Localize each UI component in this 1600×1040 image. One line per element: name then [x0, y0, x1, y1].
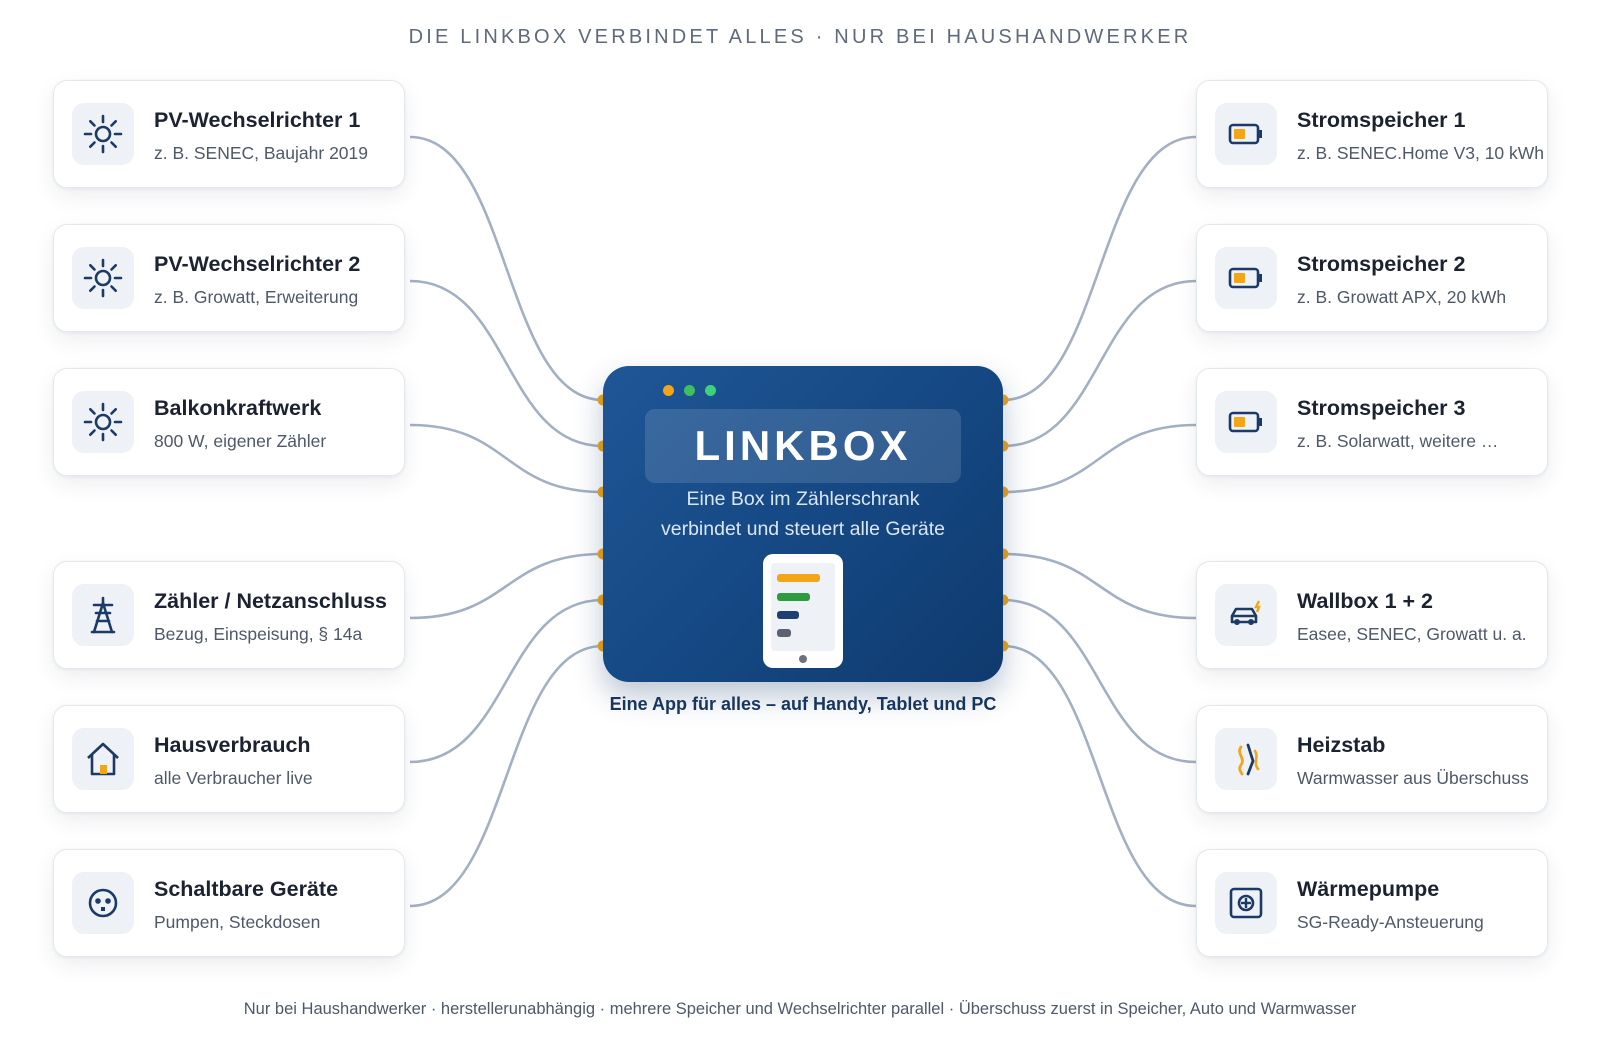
- window-dot: [705, 385, 716, 396]
- battery-icon: [1215, 391, 1277, 453]
- window-dot: [684, 385, 695, 396]
- device-subtitle: Pumpen, Steckdosen: [154, 912, 321, 932]
- device-title: Stromspeicher 2: [1297, 252, 1466, 276]
- device-card-switchable[interactable]: Schaltbare Geräte Pumpen, Steckdosen: [53, 849, 405, 957]
- phone-home-button: [799, 655, 807, 663]
- connection-line: [1002, 644, 1197, 908]
- device-card-heat-pump[interactable]: Wärmepumpe SG-Ready-Ansteuerung: [1196, 849, 1548, 957]
- linkbox-description-line: Eine Box im Zählerschrank: [686, 488, 920, 510]
- device-card-pv-inverter-2[interactable]: PV-Wechselrichter 2 z. B. Growatt, Erwei…: [53, 224, 405, 332]
- linkbox-description: Eine Box im Zählerschrank verbindet und …: [603, 485, 1003, 544]
- device-subtitle: z. B. Solarwatt, weitere …: [1297, 431, 1499, 451]
- device-title: Zähler / Netzanschluss: [154, 589, 387, 613]
- device-subtitle: z. B. Growatt APX, 20 kWh: [1297, 287, 1507, 307]
- device-title: Wallbox 1 + 2: [1297, 589, 1434, 613]
- app-bar: [777, 593, 810, 601]
- connection-line: [409, 644, 604, 908]
- car-charging-icon: [1215, 584, 1277, 646]
- app-bar: [777, 611, 799, 619]
- connection-line: [1002, 552, 1197, 620]
- device-card-meter[interactable]: Zähler / Netzanschluss Bezug, Einspeisun…: [53, 561, 405, 669]
- sun-icon: [72, 391, 134, 453]
- sun-icon: [72, 247, 134, 309]
- device-title: Wärmepumpe: [1297, 877, 1440, 901]
- device-title: Hausverbrauch: [154, 733, 311, 757]
- app-bar: [777, 574, 820, 582]
- linkbox-description-line: verbindet und steuert alle Geräte: [660, 517, 945, 540]
- device-subtitle: z. B. Growatt, Erweiterung: [154, 287, 359, 307]
- connection-line: [409, 423, 604, 494]
- device-card-household[interactable]: Hausverbrauch alle Verbraucher live: [53, 705, 405, 813]
- connection-line: [409, 279, 604, 448]
- device-subtitle: alle Verbraucher live: [154, 768, 313, 788]
- smartphone-icon: [763, 554, 843, 668]
- window-dot: [663, 385, 674, 396]
- connection-line: [1002, 598, 1197, 764]
- device-title: PV-Wechselrichter 2: [154, 252, 361, 276]
- device-subtitle: 800 W, eigener Zähler: [154, 431, 327, 451]
- device-title: PV-Wechselrichter 1: [154, 108, 361, 132]
- connection-line: [409, 552, 604, 620]
- device-title: Stromspeicher 1: [1297, 108, 1466, 132]
- heating-rod-icon: [1215, 728, 1277, 790]
- device-card-storage-3[interactable]: Stromspeicher 3 z. B. Solarwatt, weitere…: [1196, 368, 1548, 476]
- connection-line: [1002, 135, 1197, 402]
- device-subtitle: z. B. SENEC, Baujahr 2019: [154, 143, 368, 163]
- device-subtitle: Easee, SENEC, Growatt u. a.: [1297, 624, 1527, 644]
- device-card-storage-1[interactable]: Stromspeicher 1 z. B. SENEC.Home V3, 10 …: [1196, 80, 1548, 188]
- device-subtitle: z. B. SENEC.Home V3, 10 kWh: [1297, 143, 1545, 163]
- connection-line: [409, 135, 604, 402]
- device-card-heating-rod[interactable]: Heizstab Warmwasser aus Überschuss: [1196, 705, 1548, 813]
- device-card-balcony-plant[interactable]: Balkonkraftwerk 800 W, eigener Zähler: [53, 368, 405, 476]
- heat-pump-icon: [1215, 872, 1277, 934]
- device-title: Stromspeicher 3: [1297, 396, 1466, 420]
- linkbox-hub[interactable]: LINKBOX Eine Box im Zählerschrank verbin…: [603, 366, 1003, 682]
- house-icon: [72, 728, 134, 790]
- battery-icon: [1215, 247, 1277, 309]
- footer-note: Nur bei Haushandwerker · herstellerunabh…: [243, 1000, 1357, 1018]
- battery-icon: [1215, 103, 1277, 165]
- device-card-storage-2[interactable]: Stromspeicher 2 z. B. Growatt APX, 20 kW…: [1196, 224, 1548, 332]
- connection-line: [409, 598, 604, 764]
- connection-line: [1002, 279, 1197, 448]
- device-subtitle: Warmwasser aus Überschuss: [1297, 768, 1529, 788]
- linkbox-name-panel: LINKBOX: [645, 409, 961, 483]
- device-title: Balkonkraftwerk: [154, 396, 322, 420]
- app-bar: [777, 629, 791, 637]
- sun-icon: [72, 103, 134, 165]
- device-card-pv-inverter-1[interactable]: PV-Wechselrichter 1 z. B. SENEC, Baujahr…: [53, 80, 405, 188]
- device-subtitle: SG-Ready-Ansteuerung: [1297, 912, 1484, 932]
- device-title: Schaltbare Geräte: [154, 877, 339, 901]
- phone-screen: [771, 563, 835, 651]
- power-pylon-icon: [72, 584, 134, 646]
- device-title: Heizstab: [1297, 733, 1386, 757]
- socket-icon: [72, 872, 134, 934]
- linkbox-name: LINKBOX: [694, 422, 912, 469]
- connection-line: [1002, 423, 1197, 494]
- hub-caption: Eine App für alles – auf Handy, Tablet u…: [609, 694, 997, 714]
- device-card-wallbox[interactable]: Wallbox 1 + 2 Easee, SENEC, Growatt u. a…: [1196, 561, 1548, 669]
- device-subtitle: Bezug, Einspeisung, § 14a: [154, 624, 363, 644]
